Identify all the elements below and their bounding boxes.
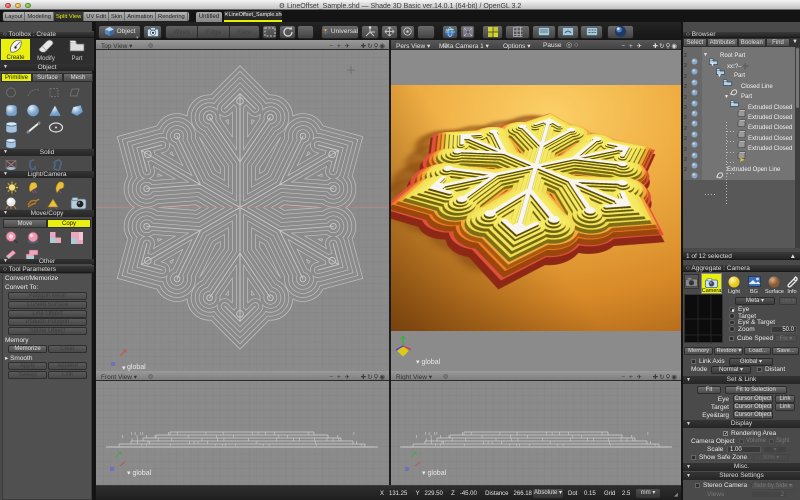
svg-text:▾ global: ▾ global <box>422 470 447 477</box>
svg-text:global: global <box>127 364 146 371</box>
svg-text:▾ global: ▾ global <box>127 470 152 477</box>
